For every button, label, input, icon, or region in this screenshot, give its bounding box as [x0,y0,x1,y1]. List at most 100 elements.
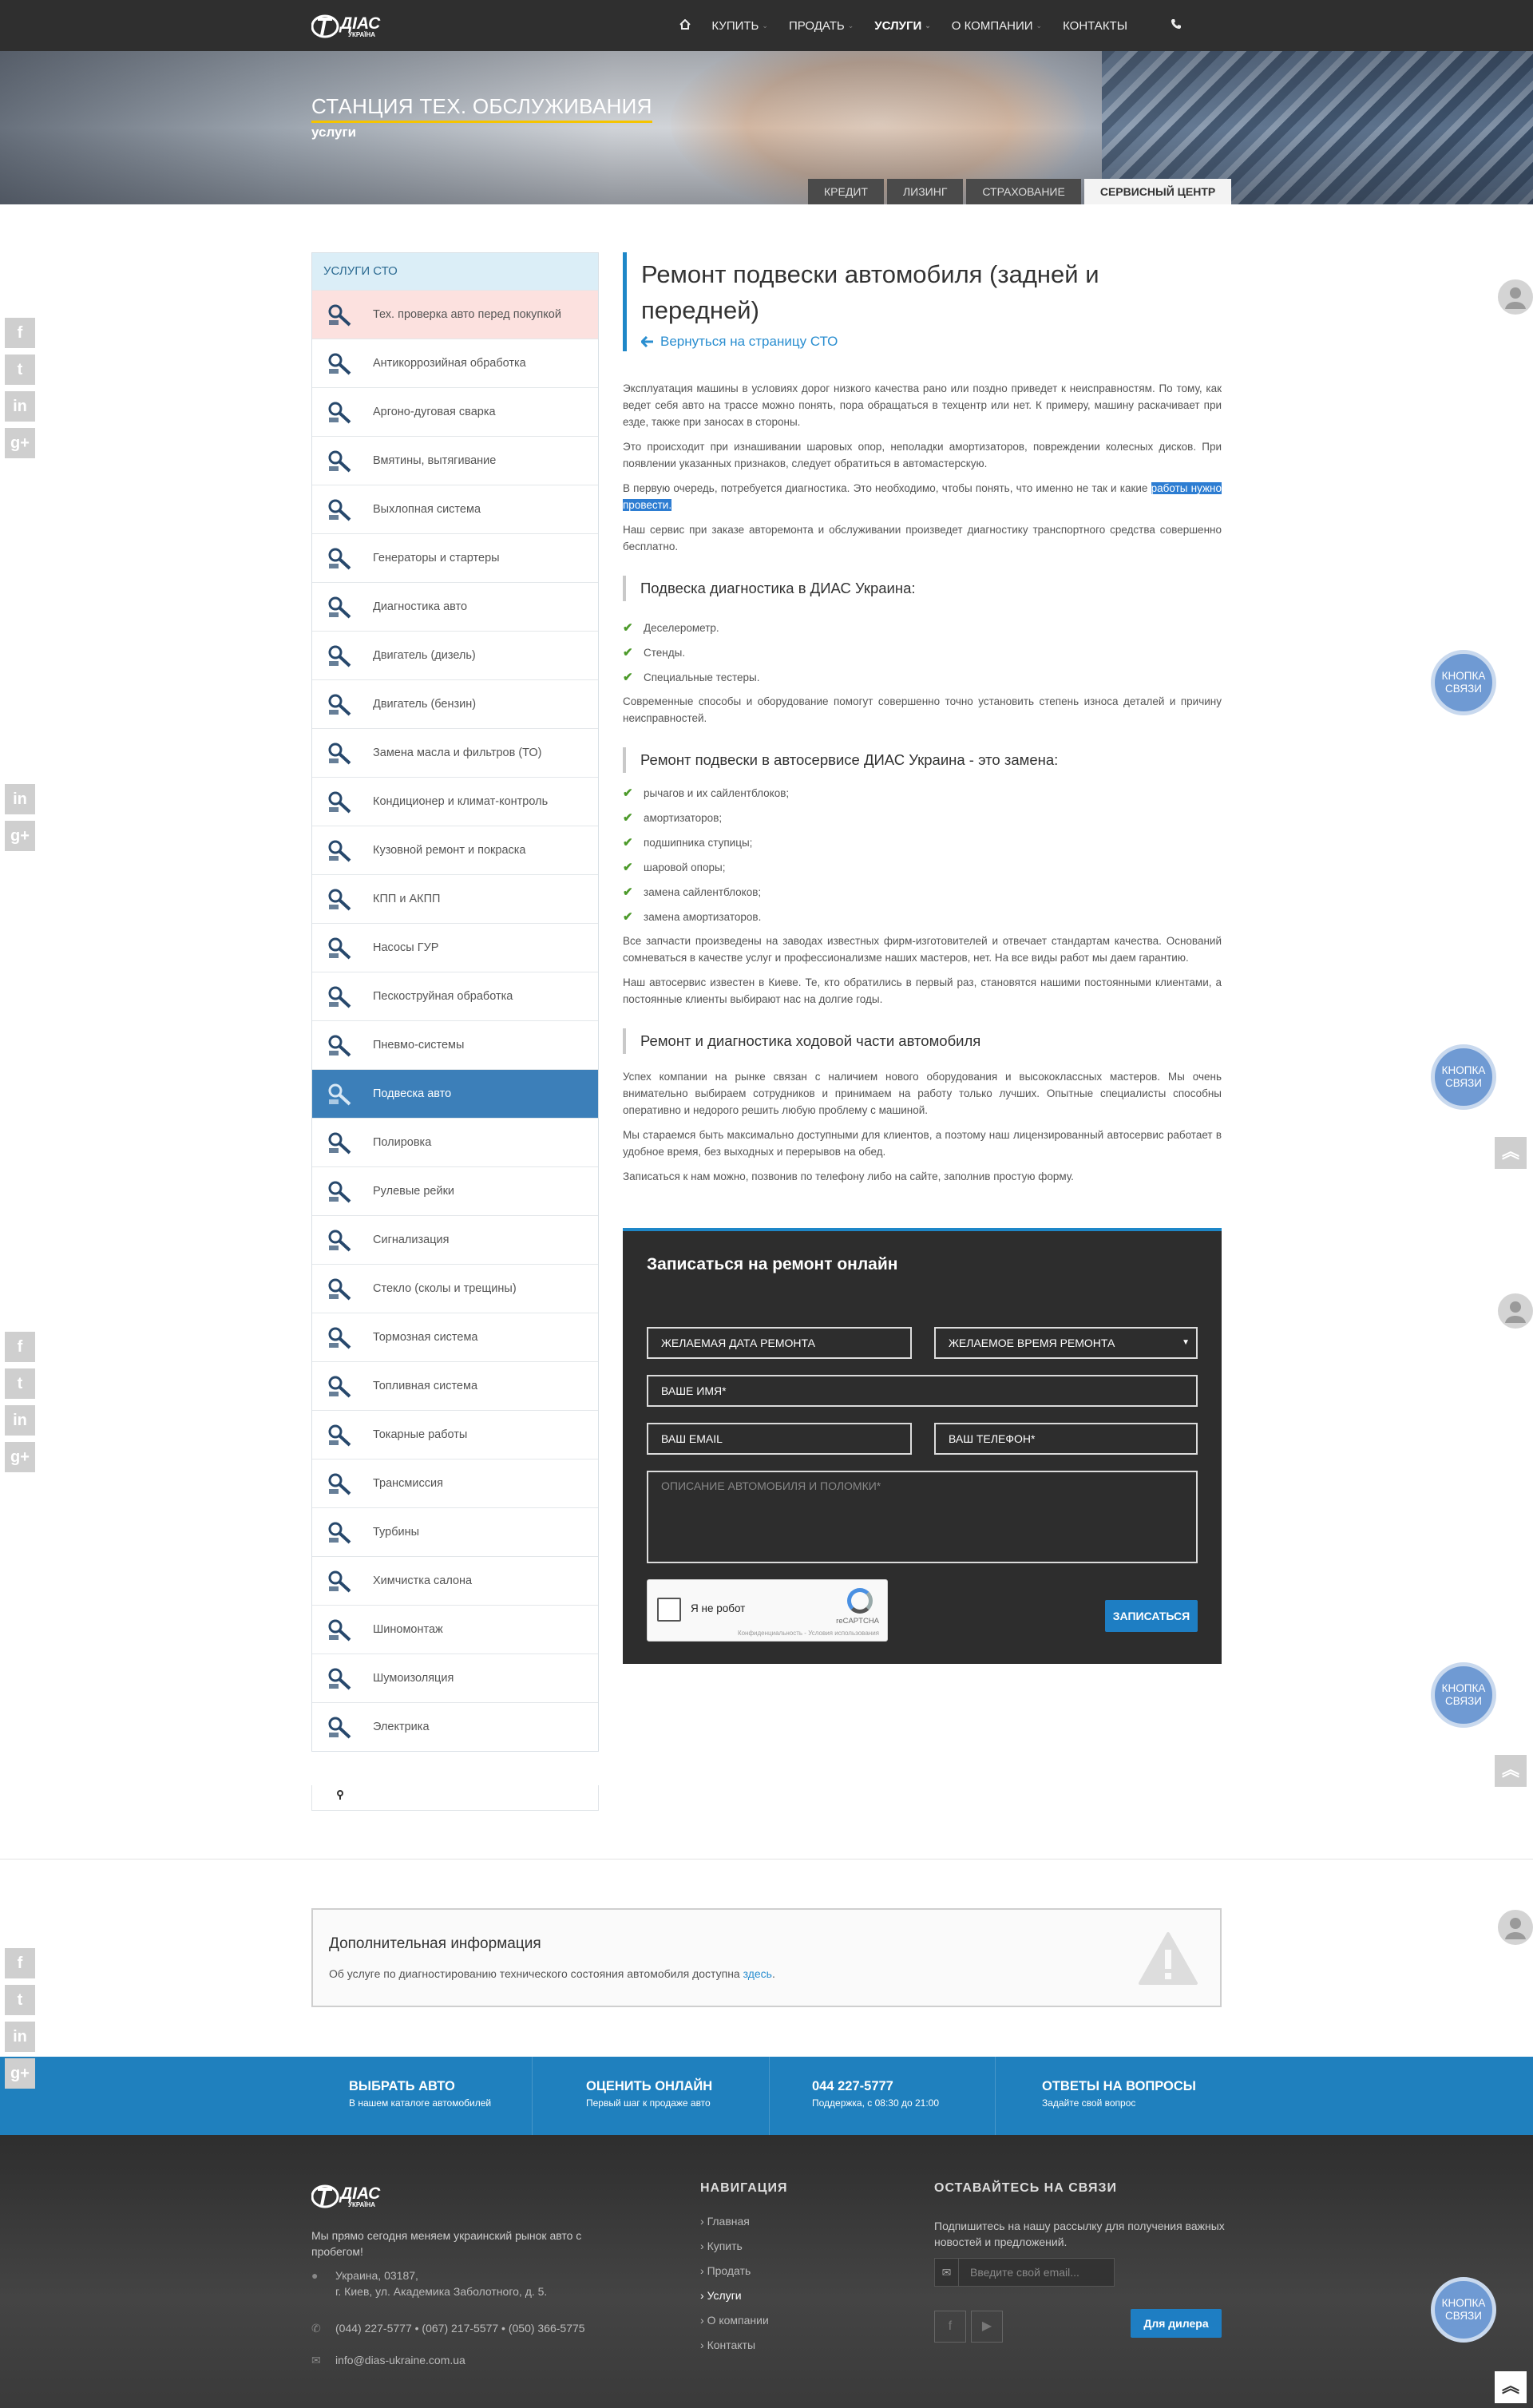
linkedin-icon[interactable]: in [5,1405,35,1436]
sidebar-item[interactable]: Двигатель (бензин) [312,679,598,728]
contact-button[interactable]: КНОПКА СВЯЗИ [1431,1662,1496,1728]
nav-contacts[interactable]: КОНТАКТЫ [1063,19,1127,33]
recaptcha-checkbox[interactable] [657,1598,681,1622]
footer-email[interactable]: ✉ info@dias-ukraine.com.ua [311,2352,465,2368]
recaptcha-links[interactable]: Конфиденциальность - Условия использован… [738,1630,879,1637]
footer-nav-link[interactable]: › Купить [700,2240,769,2264]
sidebar-item[interactable]: Шумоизоляция [312,1654,598,1702]
cta-choose-car[interactable]: ВЫБРАТЬ АВТО В нашем каталоге автомобилей [349,2057,533,2135]
linkedin-icon[interactable]: in [5,391,35,422]
envelope-icon: ✉ [935,2259,959,2286]
google-plus-icon[interactable]: g+ [5,1442,35,1472]
info-link[interactable]: здесь [743,1967,772,1980]
google-plus-icon[interactable]: g+ [5,428,35,458]
tab-insurance[interactable]: СТРАХОВАНИЕ [966,179,1081,204]
sidebar-item[interactable]: КПП и АКПП [312,874,598,923]
list-item: ✔ подшипника ступицы; [623,836,753,850]
google-plus-icon[interactable]: g+ [5,821,35,851]
nav-services[interactable]: УСЛУГИ ⌄ [874,19,930,33]
sidebar-item[interactable]: Вмятины, вытягивание [312,436,598,485]
sidebar-item[interactable]: Полировка [312,1118,598,1166]
tab-service-center[interactable]: СЕРВИСНЫЙ ЦЕНТР [1083,179,1232,204]
sidebar-item[interactable]: Двигатель (дизель) [312,631,598,679]
cta-phone[interactable]: 044 227-5777 Поддержка, с 08:30 до 21:00 [812,2057,996,2135]
twitter-icon[interactable]: t [5,1985,35,2015]
generator-icon [323,542,355,574]
user-avatar-icon[interactable] [1498,1293,1533,1329]
sidebar-item[interactable]: Замена масла и фильтров (ТО) [312,728,598,777]
sidebar-item[interactable]: Химчистка салона [312,1556,598,1605]
sidebar-item[interactable]: Тех. проверка авто перед покупкой [312,290,598,339]
google-plus-icon[interactable]: g+ [5,2058,35,2089]
linkedin-icon[interactable]: in [5,784,35,814]
sidebar-item[interactable]: Топливная система [312,1361,598,1410]
sidebar-item[interactable]: Стекло (сколы и трещины) [312,1264,598,1313]
email-field[interactable]: ВАШ EMAIL [647,1423,912,1455]
cta-estimate-online[interactable]: ОЦЕНИТЬ ОНЛАЙН Первый шаг к продаже авто [586,2057,770,2135]
sidebar-item[interactable]: Сигнализация [312,1215,598,1264]
sidebar-item[interactable]: Рулевые рейки [312,1166,598,1215]
sidebar-item[interactable]: Насосы ГУР [312,923,598,972]
alarm-icon [323,1224,355,1256]
tab-leasing[interactable]: ЛИЗИНГ [886,179,964,204]
footer-nav-link[interactable]: › Продать [700,2264,769,2289]
sidebar-item[interactable]: Кузовной ремонт и покраска [312,826,598,874]
footer-nav-heading: НАВИГАЦИЯ [700,2181,788,2195]
cta-faq[interactable]: ОТВЕТЫ НА ВОПРОСЫ Задайте свой вопрос [1042,2057,1226,2135]
footer-nav-link[interactable]: › Контакты [700,2339,769,2363]
sidebar-item[interactable]: Турбины [312,1507,598,1556]
back-link[interactable]: Вернуться на страницу СТО [641,334,1222,350]
contact-button[interactable]: КНОПКА СВЯЗИ [1431,650,1496,715]
sidebar-item[interactable]: Шиномонтаж [312,1605,598,1654]
facebook-icon[interactable]: f [5,318,35,348]
date-field[interactable]: ЖЕЛАЕМАЯ ДАТА РЕМОНТА [647,1327,912,1359]
dias-logo[interactable]: ДІАС УКРАЇНА [311,8,411,42]
sidebar-item[interactable]: Трансмиссия [312,1459,598,1507]
user-avatar-icon[interactable] [1498,1910,1533,1945]
contact-button[interactable]: КНОПКА СВЯЗИ [1431,1044,1496,1110]
phone-icon[interactable] [1171,18,1182,33]
facebook-icon[interactable]: f [5,1332,35,1362]
sidebar-item[interactable]: Антикоррозийная обработка [312,339,598,387]
nav-sell[interactable]: ПРОДАТЬ ⌄ [789,19,854,33]
sidebar-item[interactable]: Токарные работы [312,1410,598,1459]
facebook-icon[interactable]: f [5,1948,35,1978]
contact-button[interactable]: КНОПКА СВЯЗИ [1431,2277,1496,2343]
footer-nav-link[interactable]: › Услуги [700,2289,769,2314]
sidebar-item[interactable]: Пескоструйная обработка [312,972,598,1020]
twitter-icon[interactable]: t [5,1368,35,1399]
scroll-top-icon[interactable]: ︽ [1495,2371,1527,2403]
phone-field[interactable]: ВАШ ТЕЛЕФОН* [934,1423,1198,1455]
footer-nav-link[interactable]: › Главная [700,2215,769,2240]
time-select[interactable]: ЖЕЛАЕМОЕ ВРЕМЯ РЕМОНТА ▼ [934,1327,1198,1359]
sidebar-item[interactable]: Пневмо-системы [312,1020,598,1069]
sidebar-item[interactable]: Тормозная система [312,1313,598,1361]
sidebar-item[interactable]: Диагностика авто [312,582,598,631]
description-textarea[interactable]: ОПИСАНИЕ АВТОМОБИЛЯ И ПОЛОМКИ* [647,1471,1198,1563]
check-icon: ✔ [623,811,633,826]
submit-button[interactable]: ЗАПИСАТЬСЯ [1105,1600,1198,1632]
sidebar-item[interactable]: Выхлопная система [312,485,598,533]
scroll-top-icon[interactable]: ︽ [1495,1755,1527,1787]
linkedin-icon[interactable]: in [5,2022,35,2052]
nav-buy[interactable]: КУПИТЬ ⌄ [711,19,768,33]
footer-logo[interactable]: ДІАС УКРАЇНА [311,2178,411,2212]
sidebar-item[interactable]: Электрика [312,1702,598,1751]
user-avatar-icon[interactable] [1498,279,1533,315]
sidebar-item[interactable]: Аргоно-дуговая сварка [312,387,598,436]
sidebar-item[interactable]: Кондиционер и климат-контроль [312,777,598,826]
twitter-icon[interactable]: t [5,354,35,385]
scroll-top-icon[interactable]: ︽ [1495,1137,1527,1169]
name-field[interactable]: ВАШЕ ИМЯ* [647,1375,1198,1407]
footer-nav-link[interactable]: › О компании [700,2314,769,2339]
tab-credit[interactable]: КРЕДИТ [808,179,884,204]
sidebar-item[interactable]: Подвеска авто [312,1069,598,1118]
youtube-icon[interactable]: ▶ [971,2311,1003,2343]
facebook-icon[interactable]: f [934,2311,966,2343]
dent-icon [323,445,355,477]
subscribe-email-input[interactable]: ✉ Введите свой email... [934,2258,1115,2287]
home-icon[interactable] [679,18,691,33]
dealer-button[interactable]: Для дилера [1131,2309,1222,2338]
nav-about[interactable]: О КОМПАНИИ ⌄ [952,19,1042,33]
sidebar-item[interactable]: Генераторы и стартеры [312,533,598,582]
